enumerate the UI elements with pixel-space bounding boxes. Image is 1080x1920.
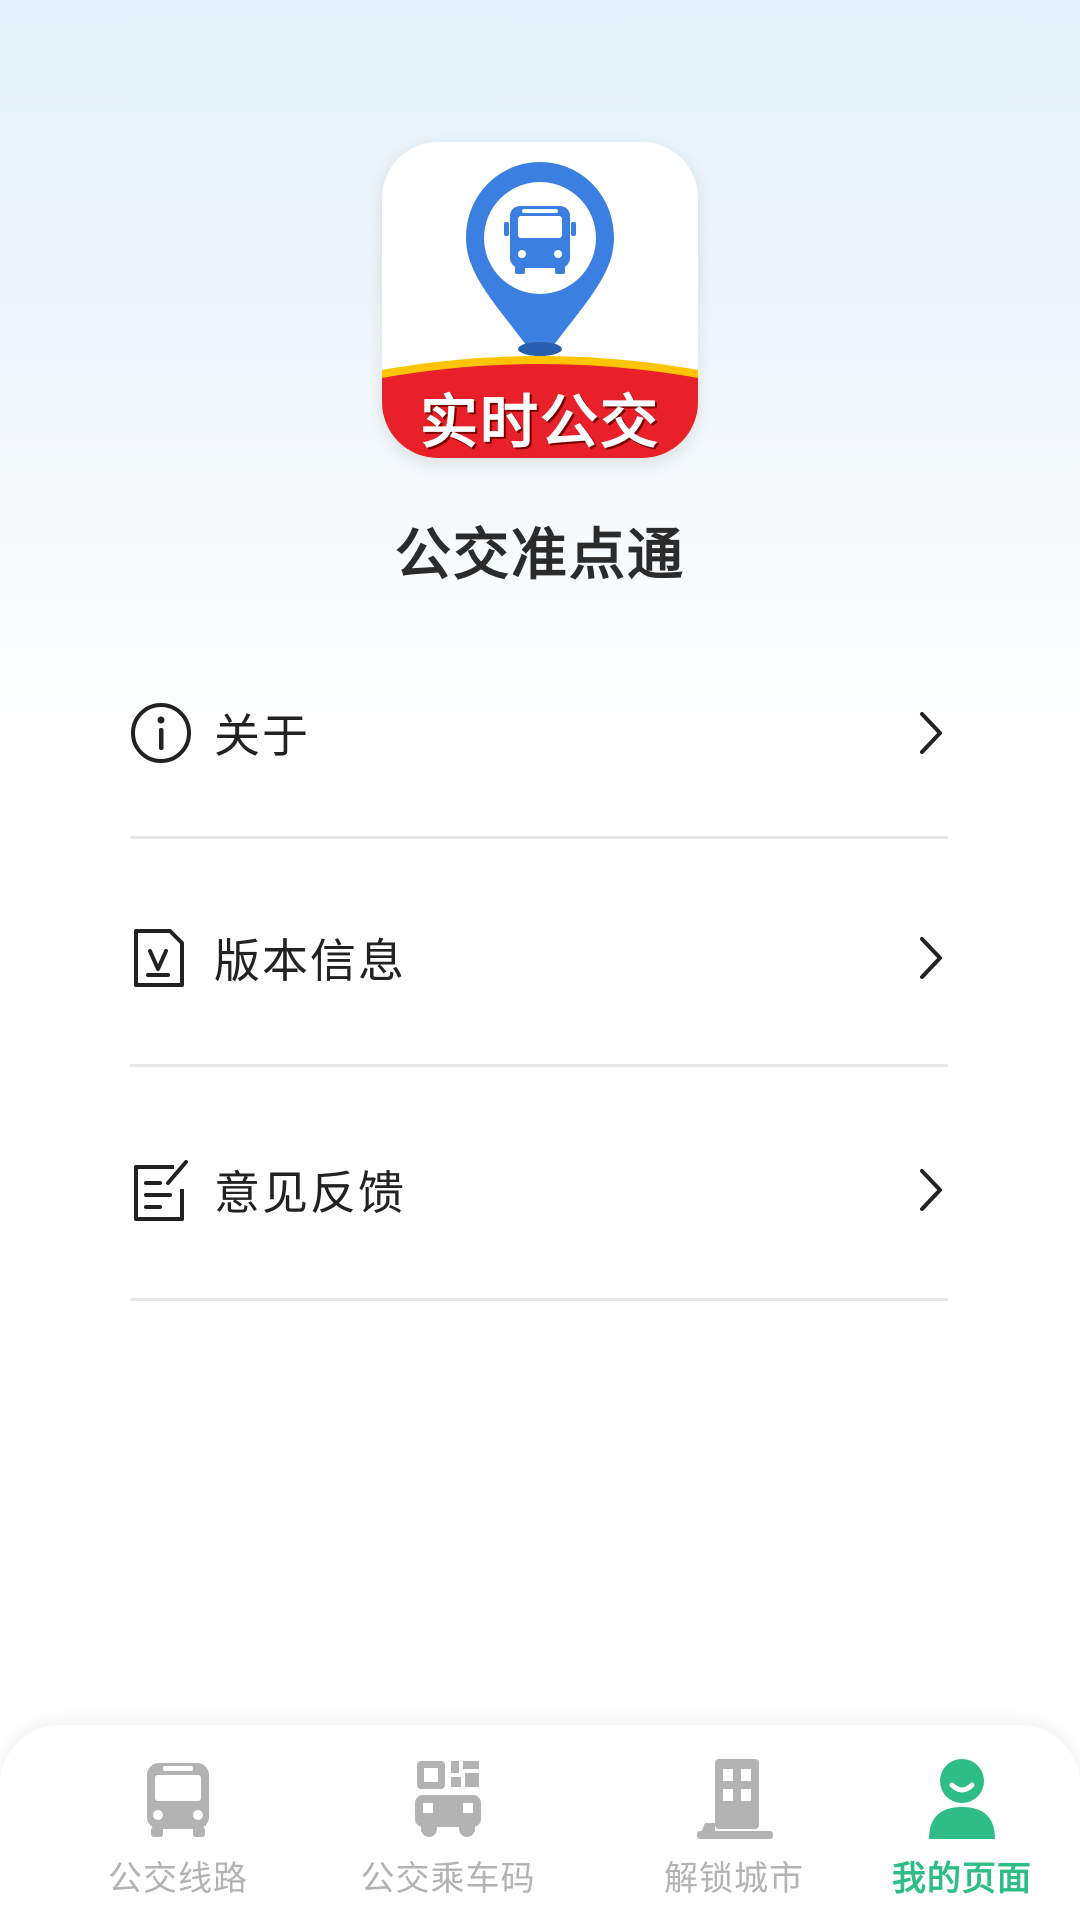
tab-label: 我的页面 [892, 1859, 1032, 1899]
version-document-icon [134, 929, 184, 987]
chevron-right-icon [920, 712, 942, 754]
chevron-right-icon [920, 1169, 942, 1211]
bottom-tab-bar: 公交线路 公交乘车码 解锁城市 我的页面 [0, 1725, 1080, 1920]
tab-bus-routes[interactable]: 公交线路 [78, 1755, 278, 1905]
menu-divider [130, 836, 948, 839]
menu-item-label: 意见反馈 [214, 1166, 406, 1220]
tab-label: 公交线路 [108, 1859, 248, 1899]
logo-banner-text: 实时公交 [419, 388, 660, 456]
user-profile-icon [929, 1759, 995, 1839]
qr-bus-code-icon [415, 1761, 481, 1837]
city-building-icon [697, 1759, 773, 1839]
tab-label: 公交乘车码 [360, 1859, 536, 1899]
bus-icon [147, 1763, 209, 1837]
feedback-edit-icon [134, 1160, 188, 1221]
menu-item-label: 关于 [214, 709, 310, 763]
tab-unlock-city[interactable]: 解锁城市 [634, 1755, 834, 1905]
menu-divider [130, 1298, 948, 1301]
tab-label: 解锁城市 [664, 1859, 804, 1899]
menu-item-feedback[interactable]: 意见反馈 [130, 1157, 948, 1223]
info-icon [131, 703, 191, 763]
menu-divider [130, 1064, 948, 1067]
logo-banner: 实时公交 [382, 366, 698, 458]
chevron-right-icon [920, 937, 942, 979]
menu-item-version[interactable]: 版本信息 [130, 925, 948, 991]
tab-my-page[interactable]: 我的页面 [862, 1755, 1062, 1905]
tab-bus-ride-code[interactable]: 公交乘车码 [348, 1755, 548, 1905]
app-name: 公交准点通 [395, 523, 685, 588]
app-logo: 实时公交 [382, 142, 698, 458]
menu-item-about[interactable]: 关于 [130, 700, 948, 766]
menu-item-label: 版本信息 [214, 934, 406, 988]
